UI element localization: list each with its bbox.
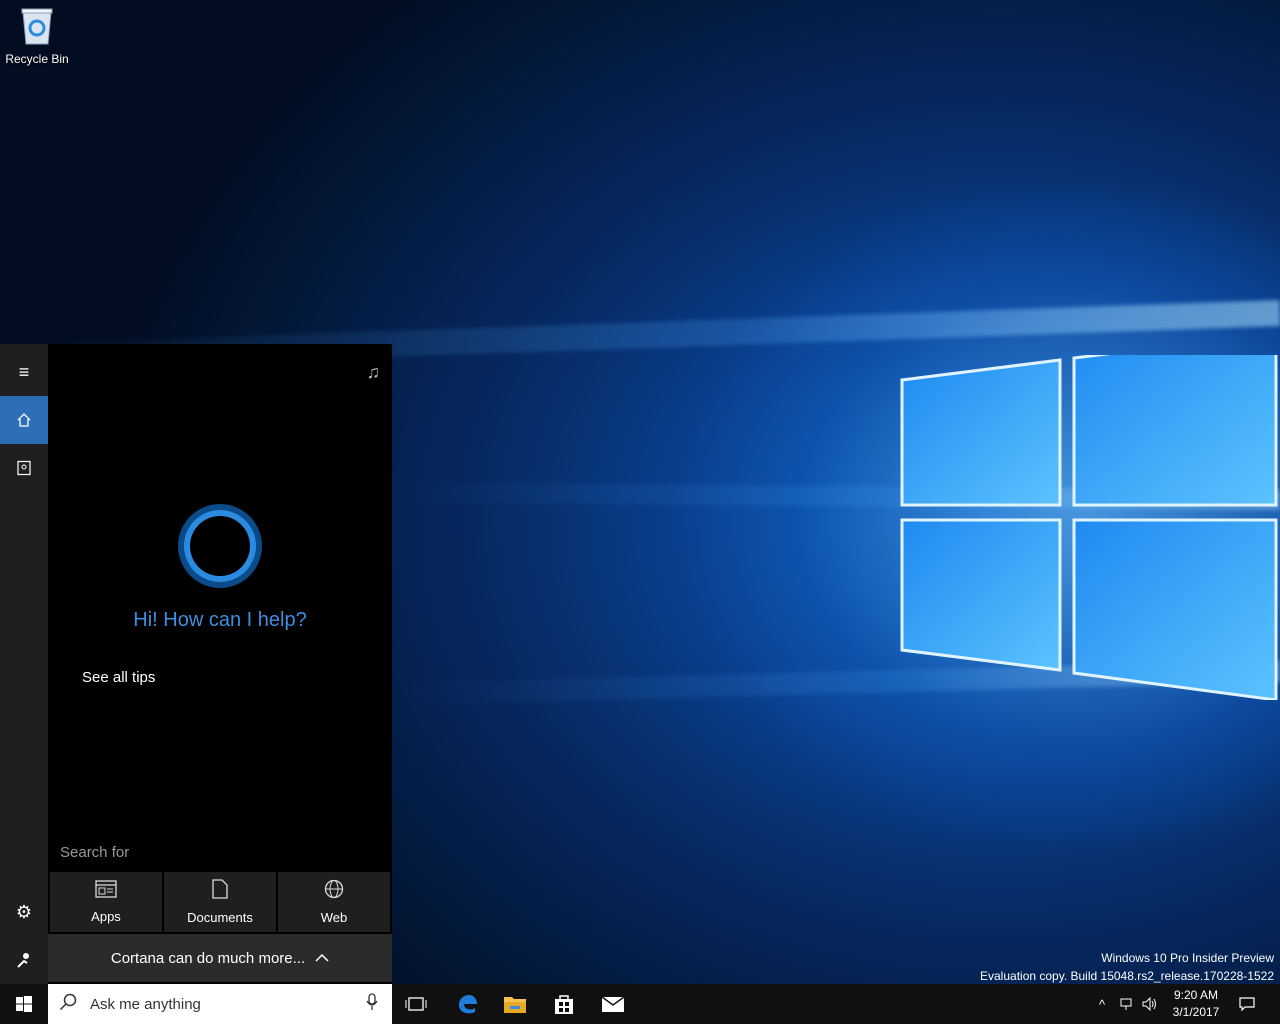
clock-time: 9:20 AM xyxy=(1173,988,1219,1002)
notebook-icon xyxy=(17,460,31,476)
store-icon xyxy=(555,995,573,1014)
home-button[interactable] xyxy=(0,396,48,444)
filter-apps-label: Apps xyxy=(91,909,121,924)
windows-start-icon xyxy=(16,996,32,1012)
network-icon[interactable] xyxy=(1114,984,1138,1024)
cortana-panel: ♫ Hi! How can I help? See all tips Searc… xyxy=(48,344,392,984)
task-view-button[interactable] xyxy=(392,984,440,1024)
evaluation-watermark: Windows 10 Pro Insider Preview Evaluatio… xyxy=(980,949,1274,985)
cortana-more-button[interactable]: Cortana can do much more... xyxy=(48,934,392,982)
settings-button[interactable]: ⚙ xyxy=(0,888,48,936)
search-for-label: Search for xyxy=(60,844,130,861)
apps-icon xyxy=(95,880,117,903)
search-icon xyxy=(48,993,88,1016)
desktop-icon-recycle-bin[interactable]: Recycle Bin xyxy=(4,6,70,66)
notification-icon xyxy=(1239,997,1255,1012)
windows-logo xyxy=(900,355,1278,700)
filter-documents-label: Documents xyxy=(187,910,253,925)
taskbar-search-box[interactable] xyxy=(48,984,392,1024)
cortana-more-label: Cortana can do much more... xyxy=(110,949,306,967)
taskbar-clock[interactable]: 9:20 AM 3/1/2017 xyxy=(1160,987,1232,1021)
task-view-icon xyxy=(405,997,427,1011)
filter-web-label: Web xyxy=(320,910,348,925)
mail-icon xyxy=(601,996,625,1012)
see-all-tips-link[interactable]: See all tips xyxy=(82,669,155,686)
volume-icon[interactable] xyxy=(1138,984,1162,1024)
start-button[interactable] xyxy=(0,984,48,1024)
feedback-button[interactable] xyxy=(0,936,48,984)
search-filters: Apps Documents Web xyxy=(50,872,390,932)
file-explorer-button[interactable] xyxy=(491,984,539,1024)
cortana-logo xyxy=(178,504,262,588)
clock-date: 3/1/2017 xyxy=(1172,1005,1220,1019)
music-icon[interactable]: ♫ xyxy=(367,362,381,383)
edge-button[interactable] xyxy=(443,984,491,1024)
cortana-greeting: Hi! How can I help? xyxy=(133,609,307,631)
watermark-line-1: Windows 10 Pro Insider Preview xyxy=(1101,951,1274,965)
edge-icon xyxy=(459,995,477,1014)
home-icon xyxy=(17,413,31,427)
watermark-line-2: Evaluation copy. Build 15048.rs2_release… xyxy=(980,969,1274,983)
globe-icon xyxy=(324,879,344,904)
filter-web-button[interactable]: Web xyxy=(278,872,390,932)
notebook-button[interactable] xyxy=(0,444,48,492)
filter-documents-button[interactable]: Documents xyxy=(164,872,276,932)
show-hidden-icons-button[interactable]: ^ xyxy=(1090,984,1114,1024)
settings-icon: ⚙ xyxy=(15,901,33,922)
microphone-icon[interactable] xyxy=(352,992,392,1016)
mail-button[interactable] xyxy=(589,984,637,1024)
filter-apps-button[interactable]: Apps xyxy=(50,872,162,932)
desktop-icon-label: Recycle Bin xyxy=(5,52,69,66)
feedback-icon xyxy=(17,953,29,968)
chevron-up-icon: ^ xyxy=(1098,996,1106,1012)
document-icon xyxy=(212,879,228,904)
store-button[interactable] xyxy=(540,984,588,1024)
search-input[interactable] xyxy=(88,994,352,1014)
hamburger-menu-button[interactable]: ≡ xyxy=(0,348,48,396)
action-center-button[interactable] xyxy=(1236,984,1258,1024)
cortana-rail: ≡ ⚙ xyxy=(0,344,48,984)
taskbar: ^ 9:20 AM 3/1/2017 xyxy=(0,984,1280,1024)
file-explorer-icon xyxy=(504,997,526,1013)
chevron-up-icon xyxy=(315,953,329,962)
recycle-bin-icon xyxy=(20,6,54,46)
hamburger-menu-icon: ≡ xyxy=(18,361,30,382)
